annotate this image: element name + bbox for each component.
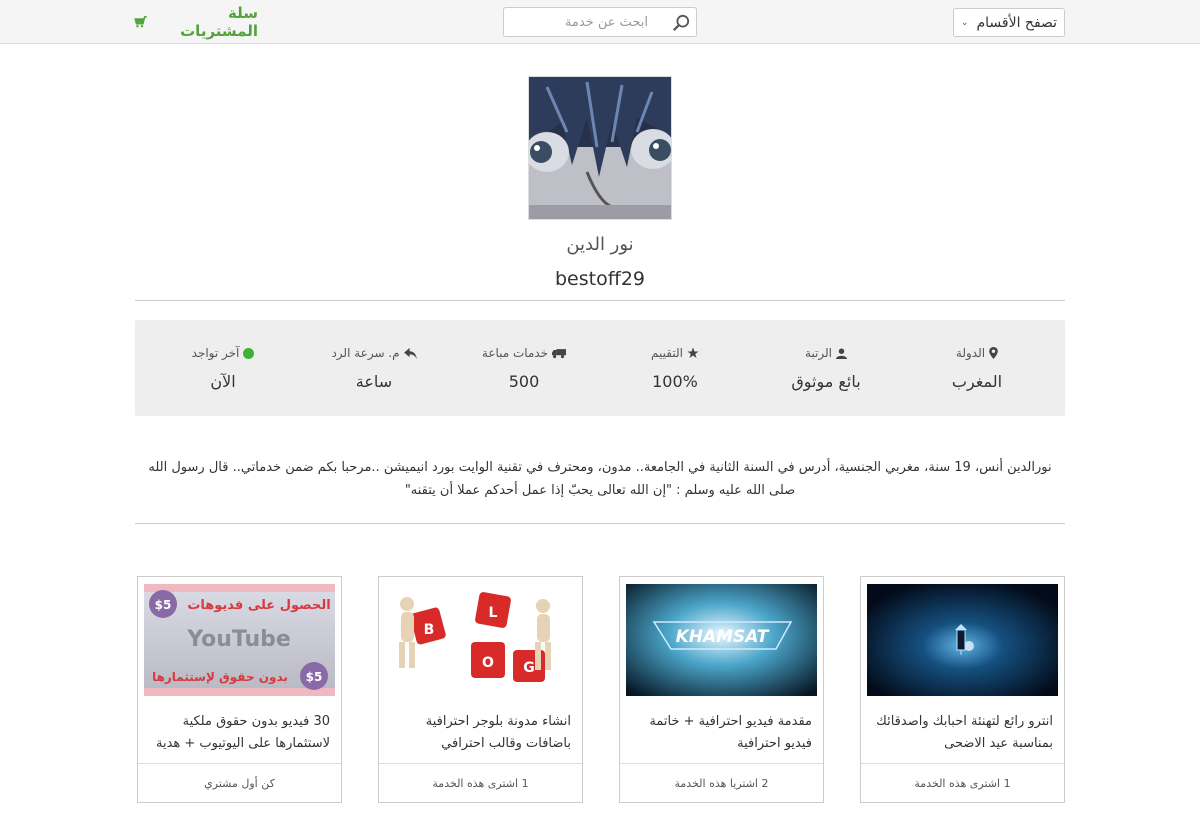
cart-label: سلة المشتريات bbox=[180, 4, 258, 40]
blog-letter-l: L bbox=[489, 605, 498, 621]
stat-response-time-label: م. سرعة الرد bbox=[331, 346, 400, 360]
service-buyers-count: 1 اشترى هذه الخدمة bbox=[861, 763, 1064, 802]
price-badge-text: $5 bbox=[155, 598, 172, 612]
star-icon bbox=[687, 347, 699, 358]
avatar bbox=[528, 76, 672, 220]
service-thumbnail[interactable]: KHAMSAT bbox=[626, 584, 817, 696]
stat-rank: الرتبة بائع موثوق bbox=[751, 320, 901, 416]
search-input[interactable] bbox=[504, 8, 674, 36]
blog-letter-g: G bbox=[523, 660, 535, 676]
blog-letter-b: B bbox=[424, 622, 435, 638]
stat-response-time: م. سرعة الرد ساعة bbox=[299, 320, 449, 416]
browse-categories-dropdown[interactable]: تصفح الأقسام ⌄ bbox=[953, 8, 1065, 37]
seller-stats-panel: الدولة المغرب الرتبة بائع موثوق التقييم … bbox=[135, 320, 1065, 416]
profile-full-name: نور الدين bbox=[566, 234, 634, 255]
stat-country-label: الدولة bbox=[955, 346, 986, 360]
stat-last-seen: آخر تواجد الآن bbox=[148, 320, 298, 416]
browse-categories-label: تصفح الأقسام bbox=[976, 14, 1058, 31]
cart-icon bbox=[134, 16, 147, 28]
chevron-down-icon: ⌄ bbox=[960, 17, 969, 28]
stat-country: الدولة المغرب bbox=[902, 320, 1052, 416]
stat-country-value: المغرب bbox=[951, 372, 1003, 391]
reply-icon bbox=[403, 347, 417, 359]
map-marker-icon bbox=[989, 347, 998, 359]
stat-rating: التقييم 100% bbox=[600, 320, 750, 416]
service-thumbnail[interactable] bbox=[867, 584, 1058, 696]
stat-rank-label: الرتبة bbox=[805, 346, 833, 360]
stat-last-seen-label: آخر تواجد bbox=[191, 346, 240, 360]
khamsat-logo-text: KHAMSAT bbox=[676, 627, 770, 647]
seller-bio: نورالدين أنس، 19 سنة، مغربي الجنسية، أدر… bbox=[135, 456, 1065, 502]
top-bar: تصفح الأقسام ⌄ سلة المشتريات bbox=[0, 0, 1200, 44]
service-buyers-count: 2 اشتريا هذه الخدمة bbox=[620, 763, 823, 802]
service-title[interactable]: انشاء مدونة بلوجر احترافية باضافات وقالب… bbox=[389, 711, 571, 755]
service-thumbnail[interactable]: B L O G bbox=[385, 584, 576, 696]
cart-link[interactable]: سلة المشتريات bbox=[134, 4, 258, 40]
search-icon[interactable] bbox=[672, 14, 690, 32]
stat-sold-services-value: 500 bbox=[508, 372, 540, 391]
stat-last-seen-value: الآن bbox=[210, 372, 236, 391]
service-title[interactable]: انترو رائع لتهنئة احبابك واصدقائك بمناسب… bbox=[871, 711, 1053, 755]
online-dot-icon bbox=[243, 347, 255, 359]
service-thumbnail[interactable]: $5 $5 الحصول على فديوهات YouTube بدون حق… bbox=[144, 584, 335, 696]
stat-rank-value: بائع موثوق bbox=[791, 372, 861, 391]
profile-username: bestoff29 bbox=[555, 268, 645, 290]
thumb-subline: بدون حقوق لإستثمارها bbox=[152, 670, 288, 685]
service-title[interactable]: مقدمة فيديو احترافية + خاتمة فيديو احترا… bbox=[630, 711, 812, 755]
service-buyers-count: 1 اشترى هذه الخدمة bbox=[379, 763, 582, 802]
divider bbox=[135, 300, 1065, 301]
bio-line-1: نورالدين أنس، 19 سنة، مغربي الجنسية، أدر… bbox=[148, 460, 1052, 475]
bio-line-2: صلى الله عليه وسلم : "إن الله تعالى يحبّ… bbox=[404, 483, 796, 498]
user-icon bbox=[836, 347, 848, 359]
blog-letter-o: O bbox=[482, 655, 494, 671]
stat-response-time-value: ساعة bbox=[355, 372, 393, 391]
service-card[interactable]: انترو رائع لتهنئة احبابك واصدقائك بمناسب… bbox=[860, 576, 1065, 803]
youtube-logo-text: YouTube bbox=[186, 627, 291, 652]
search-box[interactable] bbox=[503, 7, 697, 37]
service-card[interactable]: KHAMSAT مقدمة فيديو احترافية + خاتمة فيد… bbox=[619, 576, 824, 803]
stat-rating-label: التقييم bbox=[651, 346, 683, 360]
stat-sold-services-label: خدمات مباعة bbox=[481, 346, 549, 360]
service-buyers-count: كن أول مشتري bbox=[138, 763, 341, 802]
service-card[interactable]: $5 $5 الحصول على فديوهات YouTube بدون حق… bbox=[137, 576, 342, 803]
service-title[interactable]: 30 فيديو بدون حقوق ملكية لاستثمارها على … bbox=[148, 711, 330, 755]
stat-rating-value: 100% bbox=[652, 372, 698, 391]
stat-sold-services: خدمات مباعة 500 bbox=[449, 320, 599, 416]
service-card[interactable]: B L O G انشاء مدونة بلوجر احترافية باضاف… bbox=[378, 576, 583, 803]
price-badge-text: $5 bbox=[306, 670, 323, 684]
thumb-headline: الحصول على فديوهات bbox=[187, 598, 330, 613]
divider bbox=[135, 523, 1065, 524]
truck-icon bbox=[552, 348, 567, 358]
